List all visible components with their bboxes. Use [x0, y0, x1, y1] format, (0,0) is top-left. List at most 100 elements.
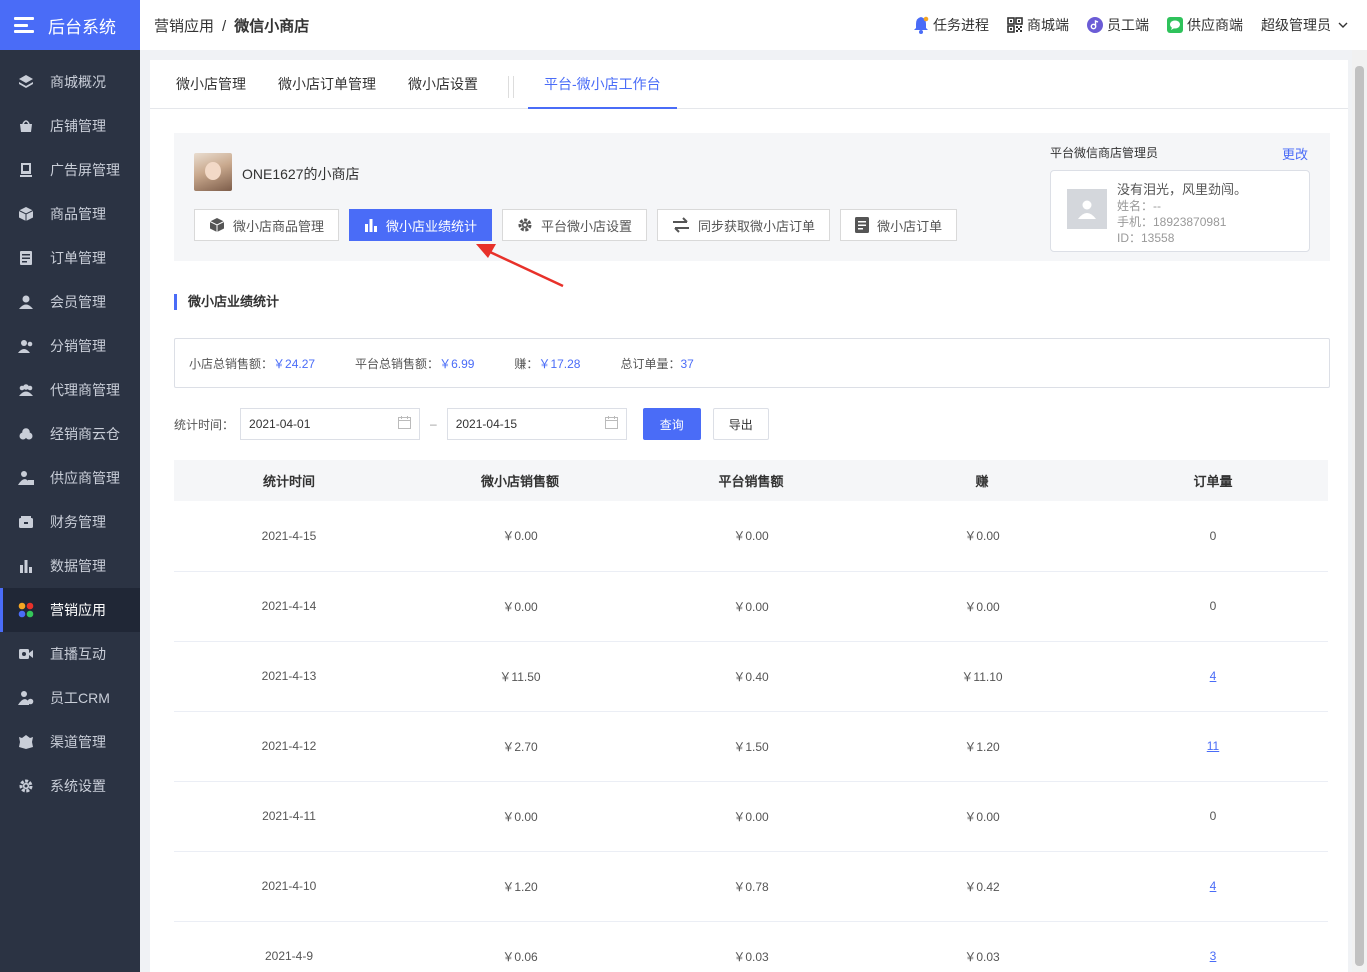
- tab-shop-management[interactable]: 微小店管理: [160, 60, 262, 108]
- shop-action-buttons: 微小店商品管理 微小店业绩统计 平台微小店设置 同步获取微小店订单 微小店订单: [194, 209, 967, 241]
- sidebar-item-live[interactable]: 直播互动: [0, 632, 140, 676]
- calendar-icon: [398, 416, 412, 432]
- scrollbar-thumb[interactable]: [1355, 66, 1364, 966]
- sidebar-item-data[interactable]: 数据管理: [0, 544, 140, 588]
- wechat-icon: [1167, 17, 1183, 33]
- shop-info-box: ONE1627的小商店 微小店商品管理 微小店业绩统计 平台微小店设置 同步获取…: [174, 133, 1330, 261]
- col-header-platform-sales[interactable]: 平台销售额: [636, 460, 866, 501]
- query-button[interactable]: 查询: [642, 408, 701, 440]
- cell-orders: 4: [1098, 641, 1328, 712]
- task-progress-link[interactable]: 任务进程: [913, 15, 989, 35]
- col-header-date[interactable]: 统计时间: [174, 460, 404, 501]
- shop-goods-button[interactable]: 微小店商品管理: [194, 209, 340, 241]
- sidebar-item-distribution[interactable]: 分销管理: [0, 324, 140, 368]
- sidebar-item-finance[interactable]: 财务管理: [0, 500, 140, 544]
- bell-icon: [913, 16, 929, 34]
- supplier-end-link[interactable]: 供应商端: [1167, 15, 1243, 35]
- sidebar-item-channels[interactable]: 渠道管理: [0, 720, 140, 764]
- change-admin-link[interactable]: 更改: [1282, 144, 1308, 163]
- admin-id: ID：13558: [1117, 231, 1175, 245]
- brand-title: 后台系统: [48, 17, 116, 37]
- cell-date: 2021-4-9: [174, 921, 404, 972]
- end-date-input[interactable]: 2021-04-15: [446, 408, 627, 440]
- channel-icon: [18, 734, 34, 750]
- orders-link[interactable]: 11: [1207, 739, 1219, 753]
- qrcode-icon: [1007, 17, 1023, 33]
- document-icon: [855, 217, 870, 233]
- sidebar-item-orders[interactable]: 订单管理: [0, 236, 140, 280]
- shop-avatar: [194, 153, 232, 191]
- sidebar-item-ad-screen[interactable]: 广告屏管理: [0, 148, 140, 192]
- table-header-row: 统计时间 微小店销售额 平台销售额 赚 订单量: [174, 460, 1328, 501]
- col-header-earnings[interactable]: 赚: [866, 460, 1098, 501]
- sidebar-item-shop[interactable]: 店铺管理: [0, 104, 140, 148]
- cell-platform-sales: ￥0.00: [636, 571, 866, 642]
- total-orders: 总订单量：37: [620, 356, 694, 371]
- page-scrollbar[interactable]: [1352, 50, 1367, 972]
- sidebar-item-crm[interactable]: 员工CRM: [0, 676, 140, 720]
- box-icon: [18, 206, 34, 222]
- col-header-shop-sales[interactable]: 微小店销售额: [404, 460, 636, 501]
- date-filter-label: 统计时间：: [174, 417, 235, 432]
- tab-platform-workbench[interactable]: 平台-微小店工作台: [528, 60, 677, 109]
- menu-toggle-icon[interactable]: [14, 17, 34, 33]
- tab-shop-orders[interactable]: 微小店订单管理: [262, 60, 392, 108]
- admin-name: 姓名：--: [1117, 199, 1161, 213]
- cell-date: 2021-4-13: [174, 641, 404, 712]
- section-title: 微小店业绩统计: [174, 294, 279, 310]
- sidebar-item-suppliers[interactable]: 供应商管理: [0, 456, 140, 500]
- user-menu[interactable]: 超级管理员: [1261, 15, 1353, 35]
- orders-link[interactable]: 4: [1210, 879, 1217, 893]
- platform-total-sales: 平台总销售额：￥6.99: [355, 356, 475, 371]
- staff-end-link[interactable]: 员工端: [1087, 15, 1149, 35]
- sidebar-item-agents[interactable]: 代理商管理: [0, 368, 140, 412]
- cell-platform-sales: ￥0.00: [636, 501, 866, 572]
- col-header-orders[interactable]: 订单量: [1098, 460, 1328, 501]
- sales-summary: 小店总销售额：￥24.27 平台总销售额：￥6.99 赚：￥17.28 总订单量…: [174, 338, 1330, 388]
- staff-app-icon: [1087, 17, 1103, 33]
- sidebar-item-cloud-warehouse[interactable]: 经销商云仓: [0, 412, 140, 456]
- table-row: 2021-4-9 ￥0.06 ￥0.03 ￥0.03 3: [174, 921, 1328, 972]
- admin-card: 没有泪光，风里劲闯。 姓名：-- 手机：18923870981 ID：13558: [1050, 170, 1310, 252]
- cell-date: 2021-4-10: [174, 851, 404, 922]
- orders-link[interactable]: 3: [1210, 949, 1217, 963]
- cloud-icon: [18, 426, 34, 442]
- shop-total-sales: 小店总销售额：￥24.27: [189, 356, 316, 371]
- mall-end-link[interactable]: 商城端: [1007, 15, 1069, 35]
- cell-earnings: ￥0.00: [866, 781, 1098, 852]
- sidebar-item-members[interactable]: 会员管理: [0, 280, 140, 324]
- cell-orders: 3: [1098, 921, 1328, 972]
- tab-shop-settings[interactable]: 微小店设置: [392, 60, 494, 108]
- cell-orders: 11: [1098, 711, 1328, 782]
- start-date-input[interactable]: 2021-04-01: [240, 408, 421, 440]
- wallet-icon: [18, 514, 34, 530]
- table-row: 2021-4-15 ￥0.00 ￥0.00 ￥0.00 0: [174, 501, 1328, 572]
- admin-phone: 手机：18923870981: [1117, 215, 1227, 229]
- breadcrumb-separator: /: [222, 17, 227, 35]
- cell-date: 2021-4-14: [174, 571, 404, 642]
- cell-orders: 0: [1098, 571, 1328, 642]
- annotation-arrow: [476, 244, 564, 288]
- date-filter: 统计时间： 2021-04-01 – 2021-04-15 查询 导出: [174, 408, 769, 440]
- export-button[interactable]: 导出: [712, 408, 769, 440]
- cell-shop-sales: ￥11.50: [404, 641, 636, 712]
- sidebar-item-marketing[interactable]: 营销应用: [0, 588, 140, 632]
- shop-orders-button[interactable]: 微小店订单: [840, 209, 958, 241]
- order-icon: [18, 250, 34, 266]
- apps-icon: [18, 602, 34, 618]
- screen-icon: [18, 162, 34, 178]
- cell-shop-sales: ￥0.00: [404, 501, 636, 572]
- cell-platform-sales: ￥0.00: [636, 781, 866, 852]
- orders-link[interactable]: 4: [1210, 669, 1217, 683]
- sidebar-item-goods[interactable]: 商品管理: [0, 192, 140, 236]
- table-row: 2021-4-12 ￥2.70 ￥1.50 ￥1.20 11: [174, 711, 1328, 782]
- cell-orders: 4: [1098, 851, 1328, 922]
- cell-earnings: ￥11.10: [866, 641, 1098, 712]
- breadcrumb-item-marketing[interactable]: 营销应用: [154, 18, 214, 35]
- sidebar-item-settings[interactable]: 系统设置: [0, 764, 140, 808]
- sync-orders-button[interactable]: 同步获取微小店订单: [657, 209, 831, 241]
- cell-shop-sales: ￥0.06: [404, 921, 636, 972]
- cell-earnings: ￥0.00: [866, 571, 1098, 642]
- bar-chart-icon: [18, 558, 34, 574]
- sidebar-item-overview[interactable]: 商城概况: [0, 60, 140, 104]
